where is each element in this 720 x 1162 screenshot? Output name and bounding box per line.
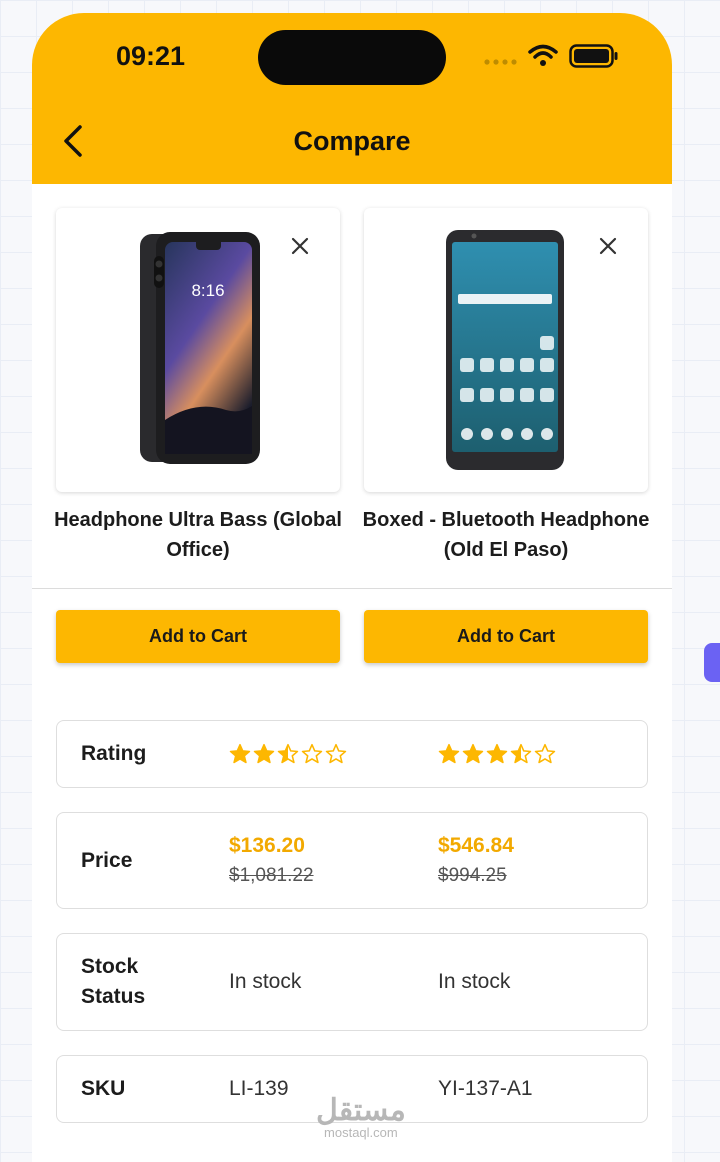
price-row: Price $136.20 $1,081.22 $546.84 $994.25 bbox=[56, 812, 648, 909]
stock-status-label: Stock Status bbox=[81, 955, 146, 1008]
close-icon bbox=[599, 237, 617, 255]
star-icon bbox=[253, 743, 275, 764]
star-icon bbox=[438, 743, 460, 764]
signal-dots-icon bbox=[484, 59, 517, 65]
dynamic-island bbox=[258, 30, 446, 85]
svg-text:8:16: 8:16 bbox=[191, 281, 224, 300]
rating-label: Rating bbox=[81, 742, 147, 765]
star-outline-icon bbox=[301, 743, 323, 764]
product-card-1[interactable]: 8:16 bbox=[56, 208, 340, 492]
price-cell-1: $136.20 $1,081.22 bbox=[229, 831, 314, 891]
close-icon bbox=[291, 237, 309, 255]
star-outline-icon bbox=[534, 743, 556, 764]
add-to-cart-button-1[interactable]: Add to Cart bbox=[56, 610, 340, 663]
rating-stars-1 bbox=[229, 743, 347, 765]
app-header: 09:21 Compare bbox=[32, 13, 672, 184]
product-card-2[interactable] bbox=[364, 208, 648, 492]
star-icon bbox=[229, 743, 251, 764]
product-image-1: 8:16 bbox=[140, 232, 260, 464]
wifi-icon bbox=[528, 44, 558, 66]
add-to-cart-button-2[interactable]: Add to Cart bbox=[364, 610, 648, 663]
rating-row: Rating bbox=[56, 720, 648, 788]
product-name-2[interactable]: Boxed - Bluetooth Headphone (Old El Paso… bbox=[356, 505, 656, 565]
page-title: Compare bbox=[293, 126, 411, 156]
phone-screen: 09:21 Compare 8:16 Headphone Ultra Bass … bbox=[32, 13, 672, 1162]
old-price-1: $1,081.22 bbox=[229, 864, 314, 886]
remove-product-2-button[interactable] bbox=[598, 236, 618, 256]
side-scroll-tab[interactable] bbox=[704, 643, 720, 682]
price-cell-2: $546.84 $994.25 bbox=[438, 831, 514, 891]
status-time: 09:21 bbox=[116, 41, 186, 71]
rating-stars-2 bbox=[438, 743, 556, 765]
current-price-2: $546.84 bbox=[438, 833, 514, 857]
star-half-icon bbox=[277, 743, 299, 764]
star-icon bbox=[462, 743, 484, 764]
stock-status-1: In stock bbox=[229, 970, 302, 993]
star-icon bbox=[486, 743, 508, 764]
watermark: مستقل mostaql.com bbox=[316, 1096, 406, 1140]
product-image-2 bbox=[446, 230, 564, 470]
watermark-logo: مستقل bbox=[316, 1094, 406, 1127]
sku-1: LI-139 bbox=[229, 1077, 289, 1100]
price-label: Price bbox=[81, 848, 133, 872]
product-name-1[interactable]: Headphone Ultra Bass (Global Office) bbox=[48, 505, 348, 565]
old-price-2: $994.25 bbox=[438, 864, 507, 886]
current-price-1: $136.20 bbox=[229, 833, 305, 857]
battery-icon bbox=[569, 44, 618, 68]
watermark-url: mostaql.com bbox=[324, 1125, 398, 1140]
remove-product-1-button[interactable] bbox=[290, 236, 310, 256]
star-outline-icon bbox=[325, 743, 347, 764]
stock-status-row: Stock Status In stock In stock bbox=[56, 933, 648, 1031]
divider bbox=[32, 588, 672, 589]
sku-label: SKU bbox=[81, 1077, 126, 1100]
sku-2: YI-137-A1 bbox=[438, 1077, 533, 1100]
star-half-icon bbox=[510, 743, 532, 764]
stock-status-2: In stock bbox=[438, 970, 511, 993]
